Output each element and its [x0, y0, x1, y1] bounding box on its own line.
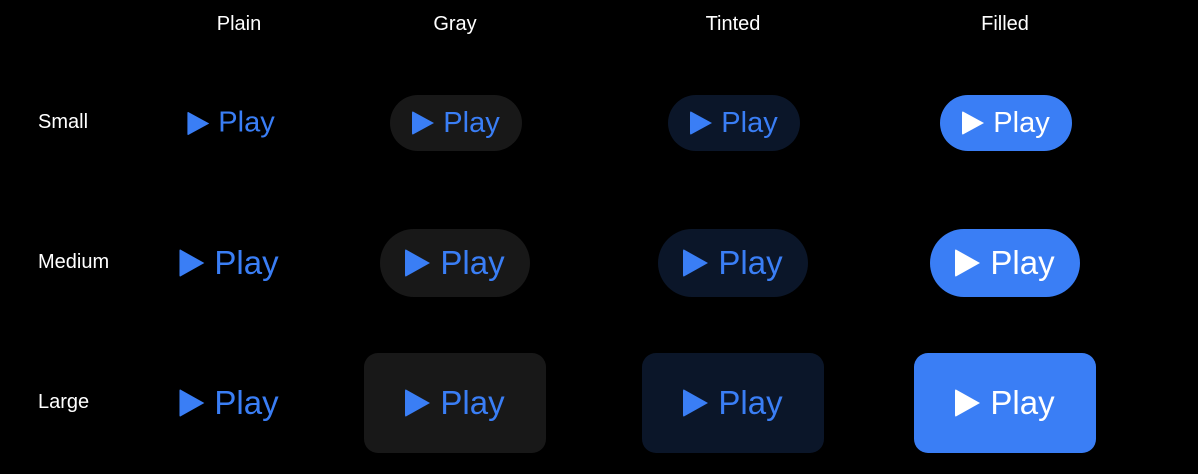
play-icon [405, 249, 431, 277]
play-button-label: Play [718, 384, 783, 421]
column-header-plain: Plain [216, 13, 262, 35]
play-button-label: Play [990, 384, 1055, 421]
column-header-tinted: Tinted [705, 13, 761, 35]
play-button-label: Play [214, 244, 279, 281]
play-button-label: Play [214, 384, 279, 421]
play-button-label: Play [721, 106, 778, 139]
play-icon [405, 389, 431, 417]
play-button-small-gray[interactable]: Play [390, 95, 522, 151]
play-button-medium-tinted[interactable]: Play [658, 229, 808, 297]
play-icon [683, 389, 709, 417]
play-button-label: Play [990, 244, 1055, 281]
play-button-large-filled[interactable]: Play [914, 353, 1096, 453]
play-icon [955, 389, 981, 417]
row-label-large: Large [38, 391, 90, 413]
play-button-label: Play [440, 244, 505, 281]
play-button-small-tinted[interactable]: Play [668, 95, 800, 151]
play-button-medium-filled[interactable]: Play [930, 229, 1080, 297]
column-header-filled: Filled [981, 13, 1029, 35]
play-icon [955, 249, 981, 277]
play-icon [187, 111, 210, 135]
play-button-medium-plain[interactable]: Play [179, 244, 279, 282]
row-label-medium: Medium [38, 251, 110, 273]
play-icon [412, 111, 435, 135]
play-button-small-plain[interactable]: Play [187, 106, 275, 140]
play-button-small-filled[interactable]: Play [940, 95, 1072, 151]
play-button-label: Play [443, 106, 500, 139]
play-icon [690, 111, 713, 135]
play-button-label: Play [993, 106, 1050, 139]
play-button-medium-gray[interactable]: Play [380, 229, 530, 297]
play-icon [179, 249, 205, 277]
button-style-matrix: Plain Gray Tinted Filled Small Medium La… [0, 0, 1198, 474]
play-icon [179, 389, 205, 417]
play-button-large-tinted[interactable]: Play [642, 353, 824, 453]
play-button-label: Play [218, 106, 275, 139]
play-button-large-gray[interactable]: Play [364, 353, 546, 453]
play-icon [683, 249, 709, 277]
play-button-label: Play [718, 244, 783, 281]
column-header-gray: Gray [433, 13, 477, 35]
play-icon [962, 111, 985, 135]
play-button-large-plain[interactable]: Play [179, 384, 279, 422]
play-button-label: Play [440, 384, 505, 421]
row-label-small: Small [38, 111, 89, 133]
